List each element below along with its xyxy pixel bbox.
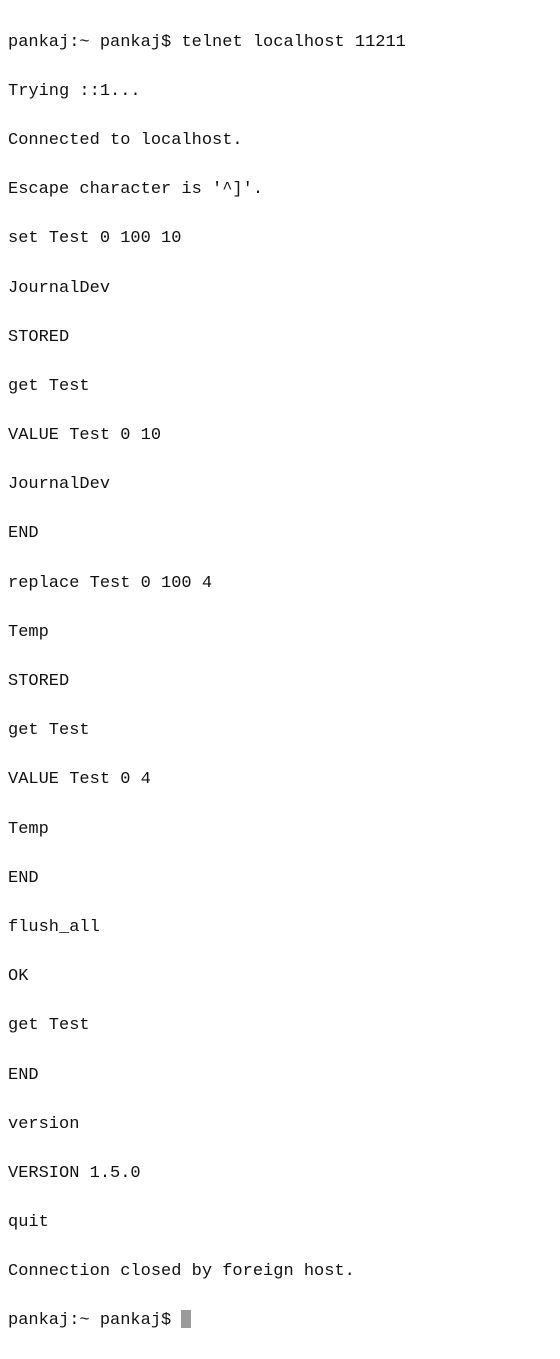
output-line: Connection closed by foreign host. [8,1260,552,1285]
output-line: STORED [8,326,552,351]
input-line: get Test [8,719,552,744]
input-line: flush_all [8,916,552,941]
input-line: set Test 0 100 10 [8,227,552,252]
prompt-line: pankaj:~ pankaj$ telnet localhost 11211 [8,31,552,56]
output-line: END [8,1064,552,1089]
input-line: replace Test 0 100 4 [8,572,552,597]
input-line: version [8,1113,552,1138]
output-line: VERSION 1.5.0 [8,1162,552,1187]
cursor-block-icon [181,1310,191,1328]
output-line: OK [8,965,552,990]
output-line: Connected to localhost. [8,129,552,154]
input-line: get Test [8,1014,552,1039]
shell-prompt: pankaj:~ pankaj$ [8,1311,181,1330]
output-line: VALUE Test 0 4 [8,768,552,793]
output-line: Trying ::1... [8,80,552,105]
typed-command: telnet localhost 11211 [181,33,405,52]
output-line: Escape character is '^]'. [8,178,552,203]
output-line: END [8,522,552,547]
shell-prompt: pankaj:~ pankaj$ [8,33,181,52]
input-line: JournalDev [8,277,552,302]
output-line: Temp [8,818,552,843]
input-line: quit [8,1211,552,1236]
output-line: END [8,867,552,892]
terminal-window[interactable]: pankaj:~ pankaj$ telnet localhost 11211 … [0,0,560,697]
prompt-line: pankaj:~ pankaj$ [8,1309,552,1334]
output-line: VALUE Test 0 10 [8,424,552,449]
output-line: JournalDev [8,473,552,498]
input-line: get Test [8,375,552,400]
input-line: Temp [8,621,552,646]
output-line: STORED [8,670,552,695]
